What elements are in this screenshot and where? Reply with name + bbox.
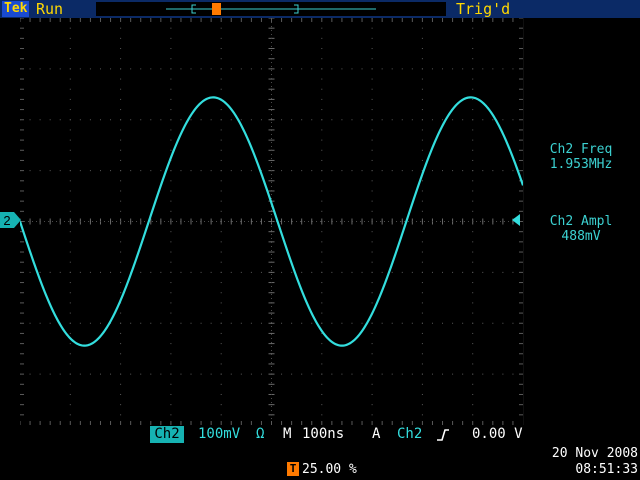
volts-per-div[interactable]: 100mV — [198, 426, 240, 443]
measurement-freq-value: 1.953MHz — [549, 157, 613, 172]
trigger-status: Trig'd — [456, 0, 511, 18]
measurement-ampl-value: 488mV — [561, 229, 601, 244]
trigger-level[interactable]: 0.00 V — [472, 426, 523, 443]
trigger-source[interactable]: Ch2 — [397, 426, 422, 443]
svg-text:2: 2 — [3, 213, 10, 228]
timebase-label: M — [283, 426, 292, 442]
trigger-position-badge: T — [287, 462, 299, 476]
ch2-ground-marker-icon[interactable]: 2 — [0, 211, 22, 229]
trigger-position-value[interactable]: 25.00 % — [302, 462, 357, 478]
measurement-freq-label: Ch2 Freq — [549, 142, 613, 157]
time-per-div[interactable]: 100ns — [302, 426, 344, 443]
record-view-bar[interactable] — [96, 2, 446, 16]
time-readout: 08:51:33 — [575, 462, 638, 477]
graticule — [20, 18, 523, 425]
impedance-icon: Ω — [256, 426, 265, 442]
date-readout: 20 Nov 2008 — [551, 446, 638, 461]
tek-logo: Tek — [2, 1, 30, 17]
trigger-label: A — [372, 426, 381, 442]
channel-badge[interactable]: Ch2 — [150, 426, 184, 443]
acquisition-state: Run — [36, 0, 64, 18]
rising-edge-icon — [437, 429, 449, 441]
record-trigger-icon — [212, 3, 221, 15]
waveform-display — [20, 18, 524, 425]
trigger-level-marker-icon[interactable] — [511, 214, 521, 226]
measurement-ampl-label: Ch2 Ampl — [549, 214, 613, 229]
